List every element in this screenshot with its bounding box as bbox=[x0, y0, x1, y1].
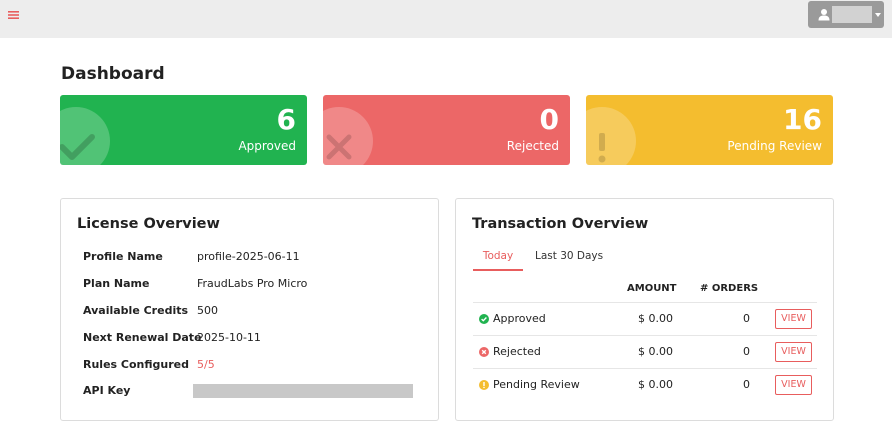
rules-configured-link[interactable]: 5/5 bbox=[197, 358, 215, 371]
status-label: Approved bbox=[493, 312, 546, 325]
row-label: Next Renewal Date bbox=[83, 331, 202, 344]
row-value: profile-2025-06-11 bbox=[197, 250, 300, 263]
amount-value: $ 0.00 bbox=[638, 378, 673, 391]
check-icon bbox=[60, 129, 96, 165]
row-label: Plan Name bbox=[83, 277, 150, 290]
row-label: API Key bbox=[83, 384, 131, 397]
rules-configured-row: Rules Configured 5/5 bbox=[83, 358, 423, 376]
license-overview-panel: License Overview Profile Name profile-20… bbox=[60, 198, 439, 421]
orders-column-header: # ORDERS bbox=[700, 283, 759, 294]
pending-stat-card[interactable]: 16 Pending Review bbox=[586, 95, 833, 165]
top-navbar bbox=[0, 0, 892, 38]
rejected-stat-card[interactable]: 0 Rejected bbox=[323, 95, 570, 165]
exclamation-circle-icon bbox=[479, 380, 489, 390]
user-icon bbox=[818, 8, 830, 21]
user-menu-button[interactable] bbox=[808, 1, 884, 28]
chevron-down-icon bbox=[875, 13, 881, 17]
view-rejected-button[interactable]: VIEW bbox=[775, 342, 812, 362]
row-label: Available Credits bbox=[83, 304, 189, 317]
license-overview-title: License Overview bbox=[77, 216, 220, 232]
page-title: Dashboard bbox=[61, 64, 165, 84]
amount-value: $ 0.00 bbox=[638, 345, 673, 358]
approved-stat-card[interactable]: 6 Approved bbox=[60, 95, 307, 165]
view-approved-button[interactable]: VIEW bbox=[775, 309, 812, 329]
api-key-redacted bbox=[193, 384, 413, 398]
plan-name-row: Plan Name FraudLabs Pro Micro bbox=[83, 277, 423, 295]
api-key-row: API Key bbox=[83, 384, 423, 402]
transaction-overview-panel: Transaction Overview Today Last 30 Days … bbox=[455, 198, 834, 421]
amount-value: $ 0.00 bbox=[638, 312, 673, 325]
available-credits-row: Available Credits 500 bbox=[83, 304, 423, 322]
x-circle-icon bbox=[479, 347, 489, 357]
orders-value: 0 bbox=[743, 345, 750, 358]
table-row: Approved $ 0.00 0 VIEW bbox=[473, 302, 817, 335]
row-value: 500 bbox=[197, 304, 218, 317]
pending-count: 16 bbox=[783, 103, 822, 136]
row-value: FraudLabs Pro Micro bbox=[197, 277, 308, 290]
next-renewal-row: Next Renewal Date 2025-10-11 bbox=[83, 331, 423, 349]
orders-value: 0 bbox=[743, 378, 750, 391]
table-row: Rejected $ 0.00 0 VIEW bbox=[473, 335, 817, 368]
status-label: Pending Review bbox=[493, 378, 580, 391]
status-label: Rejected bbox=[493, 345, 541, 358]
hamburger-icon[interactable] bbox=[8, 8, 22, 22]
rejected-count: 0 bbox=[539, 103, 559, 136]
tab-last-30-days[interactable]: Last 30 Days bbox=[535, 250, 603, 262]
orders-value: 0 bbox=[743, 312, 750, 325]
amount-column-header: AMOUNT bbox=[627, 283, 677, 294]
table-row: Pending Review $ 0.00 0 VIEW bbox=[473, 368, 817, 401]
profile-name-row: Profile Name profile-2025-06-11 bbox=[83, 250, 423, 268]
approved-count: 6 bbox=[276, 103, 296, 136]
row-label: Rules Configured bbox=[83, 358, 189, 371]
transaction-overview-title: Transaction Overview bbox=[472, 216, 649, 232]
exclamation-icon bbox=[586, 129, 622, 165]
row-value: 2025-10-11 bbox=[197, 331, 261, 344]
pending-label: Pending Review bbox=[727, 139, 822, 153]
approved-label: Approved bbox=[238, 139, 296, 153]
cross-icon bbox=[323, 129, 359, 165]
view-pending-button[interactable]: VIEW bbox=[775, 375, 812, 395]
user-name-redacted bbox=[832, 6, 872, 23]
rejected-label: Rejected bbox=[506, 139, 559, 153]
row-label: Profile Name bbox=[83, 250, 163, 263]
tab-today[interactable]: Today bbox=[473, 250, 523, 271]
check-circle-icon bbox=[479, 314, 489, 324]
